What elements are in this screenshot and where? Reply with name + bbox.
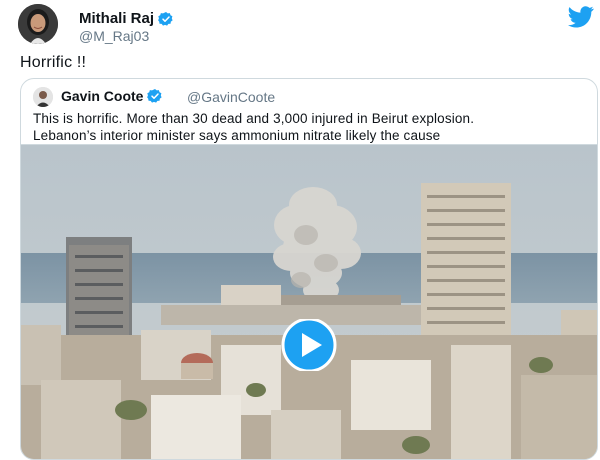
quoted-text-line-1: This is horrific. More than 30 dead and … bbox=[33, 111, 475, 126]
play-button[interactable] bbox=[273, 319, 345, 371]
author-avatar[interactable] bbox=[18, 4, 58, 44]
tweet-card: Mithali Raj @M_Raj03 Horrific !! Gavin C… bbox=[0, 0, 600, 460]
twitter-bird-icon[interactable] bbox=[568, 6, 594, 28]
quoted-author-handle[interactable]: @GavinCoote bbox=[187, 89, 275, 105]
author-name[interactable]: Mithali Raj bbox=[79, 10, 154, 27]
quoted-text-line-2: Lebanon’s interior minister says ammoniu… bbox=[33, 128, 441, 143]
video-media[interactable] bbox=[21, 144, 597, 459]
verified-badge-icon bbox=[158, 11, 173, 26]
quoted-author-avatar[interactable] bbox=[33, 87, 53, 107]
quoted-tweet-text: This is horrific. More than 30 dead and … bbox=[33, 110, 593, 144]
play-icon bbox=[281, 319, 337, 371]
tweet-text: Horrific !! bbox=[20, 54, 87, 71]
author-name-row[interactable]: Mithali Raj bbox=[79, 10, 174, 27]
verified-badge-icon bbox=[147, 89, 163, 103]
video-thumbnail bbox=[21, 145, 597, 459]
quoted-tweet[interactable]: Gavin Coote @GavinCoote This is horrific… bbox=[20, 78, 598, 460]
quoted-author-name[interactable]: Gavin Coote bbox=[61, 88, 143, 104]
quoted-author-name-row[interactable]: Gavin Coote bbox=[61, 88, 163, 104]
author-handle[interactable]: @M_Raj03 bbox=[79, 28, 149, 44]
